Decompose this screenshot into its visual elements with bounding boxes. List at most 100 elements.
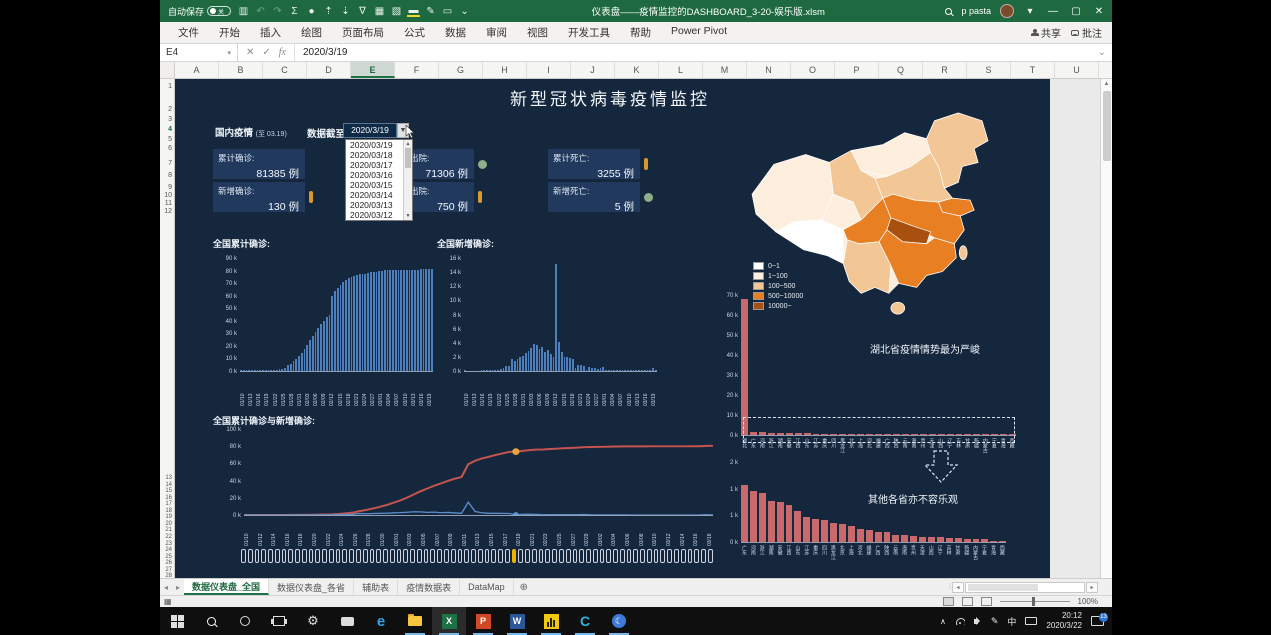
row-header-17[interactable]: 17	[165, 501, 172, 507]
ribbon-tab-页面布局[interactable]: 页面布局	[332, 22, 394, 43]
row-header-10[interactable]: 10	[164, 192, 172, 199]
slicer-cell[interactable]	[654, 549, 659, 563]
insert-function-icon[interactable]: fx	[279, 47, 286, 58]
touch-keyboard-icon[interactable]	[1025, 617, 1037, 625]
column-header-C[interactable]: C	[263, 62, 307, 78]
column-header-O[interactable]: O	[791, 62, 835, 78]
slicer-cell[interactable]	[674, 549, 679, 563]
dropdown-option-2020/03/17[interactable]: 2020/03/17	[346, 160, 403, 170]
slicer-cell[interactable]	[403, 549, 408, 563]
row-header-4[interactable]: 4	[168, 126, 172, 133]
ribbon-tab-Power Pivot[interactable]: Power Pivot	[661, 22, 737, 43]
minimize-button[interactable]: —	[1046, 6, 1060, 17]
ribbon-tab-开发工具[interactable]: 开发工具	[558, 22, 620, 43]
comments-button[interactable]: 批注	[1071, 25, 1102, 40]
formula-value[interactable]: 2020/3/19	[295, 47, 348, 58]
slicer-cell[interactable]	[491, 549, 496, 563]
column-header-N[interactable]: N	[747, 62, 791, 78]
slicer-cell[interactable]	[694, 549, 699, 563]
slicer-cell[interactable]	[688, 549, 693, 563]
scrollbar-grip[interactable]: ⁞	[949, 584, 951, 591]
slicer-cell[interactable]	[302, 549, 307, 563]
redo-icon[interactable]: ↷	[271, 6, 284, 17]
row-header-23[interactable]: 23	[165, 541, 172, 547]
wifi-icon[interactable]	[955, 618, 965, 625]
slicer-cell[interactable]	[532, 549, 537, 563]
slicer-cell[interactable]	[430, 549, 435, 563]
ribbon-tab-视图[interactable]: 视图	[517, 22, 558, 43]
volume-icon[interactable]	[974, 619, 978, 624]
close-button[interactable]: ✕	[1092, 6, 1106, 17]
ribbon-display-options-icon[interactable]: ▾	[1023, 6, 1037, 17]
autosum-icon[interactable]: Σ	[288, 6, 301, 17]
column-header-K[interactable]: K	[615, 62, 659, 78]
start-button-icon[interactable]	[160, 607, 194, 635]
namebox-dropdown-icon[interactable]: ▾	[227, 49, 231, 57]
slicer-cell[interactable]	[633, 549, 638, 563]
slicer-cell[interactable]	[370, 549, 375, 563]
column-header-Q[interactable]: Q	[879, 62, 923, 78]
slicer-cell[interactable]	[342, 549, 347, 563]
slicer-cell[interactable]	[329, 549, 334, 563]
accessibility-status-icon[interactable]: ▦	[160, 597, 172, 606]
row-header-22[interactable]: 22	[165, 534, 172, 540]
slicer-cell[interactable]	[600, 549, 605, 563]
page-break-view-icon[interactable]	[981, 597, 992, 606]
slicer-cell[interactable]	[349, 549, 354, 563]
slicer-cell[interactable]	[315, 549, 320, 563]
row-header-2[interactable]: 2	[168, 106, 172, 113]
row-header-12[interactable]: 12	[164, 208, 172, 215]
slicer-cell[interactable]	[545, 549, 550, 563]
dropdown-option-2020/03/18[interactable]: 2020/03/18	[346, 150, 403, 160]
taskbar-search-icon[interactable]	[194, 607, 228, 635]
dropdown-option-2020/03/15[interactable]: 2020/03/15	[346, 180, 403, 190]
row-header-21[interactable]: 21	[165, 527, 172, 533]
row-header-26[interactable]: 26	[165, 560, 172, 566]
slicer-cell[interactable]	[336, 549, 341, 563]
slicer-cell[interactable]	[464, 549, 469, 563]
slicer-cell[interactable]	[485, 549, 490, 563]
column-header-G[interactable]: G	[439, 62, 483, 78]
scroll-right-icon[interactable]: ▸	[1086, 582, 1098, 593]
slicer-cell[interactable]	[309, 549, 314, 563]
slicer-cell[interactable]	[424, 549, 429, 563]
row-header-3[interactable]: 3	[168, 116, 172, 123]
normal-view-icon[interactable]	[943, 597, 954, 606]
slicer-cell[interactable]	[363, 549, 368, 563]
row-header-5[interactable]: 5	[168, 136, 172, 143]
slicer-cell[interactable]	[681, 549, 686, 563]
slicer-cell[interactable]	[248, 549, 253, 563]
date-dropdown[interactable]: 2020/3/19 ▼	[343, 123, 409, 138]
ime-language-indicator[interactable]: 中	[1007, 615, 1016, 628]
slicer-cell[interactable]	[451, 549, 456, 563]
slicer-cell[interactable]	[383, 549, 388, 563]
share-button[interactable]: 共享	[1031, 25, 1061, 40]
slicer-cell[interactable]	[498, 549, 503, 563]
vertical-scrollbar[interactable]: ▲	[1100, 79, 1112, 578]
slicer-cell[interactable]	[525, 549, 530, 563]
row-header-24[interactable]: 24	[165, 547, 172, 553]
moon-app-icon[interactable]: ☾	[602, 607, 636, 635]
slicer-cell[interactable]	[444, 549, 449, 563]
slicer-cell[interactable]	[620, 549, 625, 563]
scroll-left-icon[interactable]: ◂	[952, 582, 964, 593]
row-header-11[interactable]: 11	[165, 200, 172, 207]
horizontal-scroll-thumb[interactable]	[968, 584, 1038, 591]
slicer-cell[interactable]	[573, 549, 578, 563]
word-icon[interactable]: W	[500, 607, 534, 635]
zoom-level[interactable]: 100%	[1078, 597, 1098, 606]
column-header-U[interactable]: U	[1055, 62, 1099, 78]
column-header-R[interactable]: R	[923, 62, 967, 78]
table-icon[interactable]: ▦	[373, 6, 386, 17]
row-header-18[interactable]: 18	[165, 508, 172, 514]
slicer-cell[interactable]	[417, 549, 422, 563]
slicer-cell[interactable]	[288, 549, 293, 563]
slicer-cell[interactable]	[701, 549, 706, 563]
sheet-tab-辅助表[interactable]: 辅助表	[354, 579, 398, 595]
slicer-cell[interactable]	[586, 549, 591, 563]
slicer-cell[interactable]	[356, 549, 361, 563]
slicer-cell[interactable]	[566, 549, 571, 563]
excel-icon[interactable]: X	[432, 607, 466, 635]
c-app-icon[interactable]: C	[568, 607, 602, 635]
slicer-cell[interactable]	[241, 549, 246, 563]
